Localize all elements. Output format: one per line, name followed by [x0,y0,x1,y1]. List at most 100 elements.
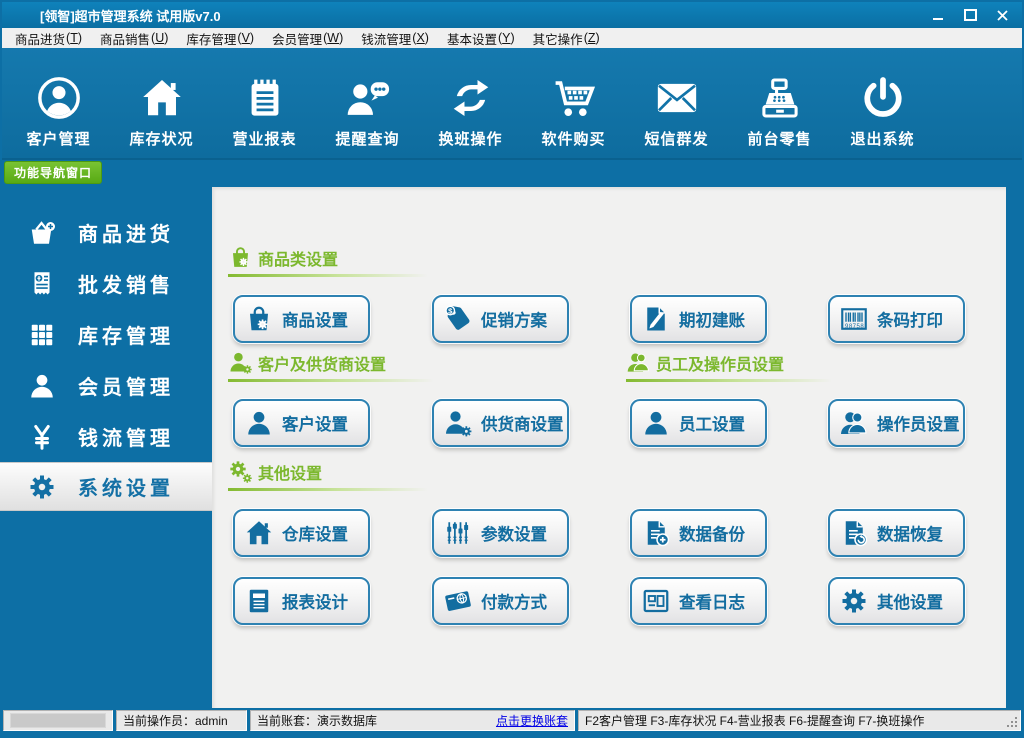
toolbar: 客户管理 库存状况 营业报表 提醒查询 换班操作 软件购买 短信群发 前台零售 … [2,48,1022,160]
toolbar-item-exit-system[interactable]: 退出系统 [831,55,934,151]
status-hotkeys: F2客户管理 F3-库存状况 F4-营业报表 F6-提醒查询 F7-换班操作 [585,712,924,729]
status-bar: 当前操作员：admin 当前账套：演示数据库 点击更换账套 F2客户管理 F3-… [3,710,1021,731]
cash-register-icon [757,75,803,121]
menu-item-basic-settings[interactable]: 基本设置Y [438,28,524,48]
toolbar-item-software-purchase[interactable]: 软件购买 [522,55,625,151]
gear-icon [26,471,58,503]
status-progress-cell [3,710,113,731]
customer-circle-icon [36,75,82,121]
sidebar-item-member[interactable]: 会员管理 [0,360,212,411]
sidebar-item-inventory[interactable]: 库存管理 [0,309,212,360]
section-other-settings: 其他设置 [228,459,428,491]
title-bar: [领智]超市管理系统 试用版v7.0 [2,2,1022,28]
sidebar-item-purchase[interactable]: 商品进货 [0,207,212,258]
barcode-icon: 98758 [839,304,869,334]
shift-sync-icon [448,75,494,121]
section-customer-supplier-settings: 客户及供货商设置 [228,350,434,382]
person-gear-icon [228,350,253,375]
credit-card-icon [443,586,473,616]
menu-item-inventory[interactable]: 库存管理V [177,28,263,48]
status-hotkeys-cell: F2客户管理 F3-库存状况 F4-营业报表 F6-提醒查询 F7-换班操作 [578,710,1021,731]
employee-settings-button[interactable]: 员工设置 [630,399,767,447]
app-window: [领智]超市管理系统 试用版v7.0 商品进货T 商品销售U 库存管理V 会员管… [0,0,1024,738]
receipt-dollar-icon [26,268,58,300]
report-design-button[interactable]: 报表设计 [233,577,370,625]
menu-item-cashflow[interactable]: 钱流管理X [352,28,438,48]
mail-icon [654,75,700,121]
sidebar: 商品进货 批发销售 库存管理 会员管理 钱流管理 系统设置 [0,160,212,710]
doc-plus-icon [641,518,671,548]
switch-account-link[interactable]: 点击更换账套 [496,712,568,729]
doc-restore-icon [839,518,869,548]
minimize-icon [933,18,943,20]
price-tag-icon [443,304,473,334]
log-windows-icon [641,586,671,616]
view-log-button[interactable]: 查看日志 [630,577,767,625]
status-progress [10,713,106,728]
person-icon [244,408,274,438]
window-title: [领智]超市管理系统 试用版v7.0 [40,6,221,25]
sidebar-item-wholesale[interactable]: 批发销售 [0,258,212,309]
bag-gear-icon [244,304,274,334]
supplier-settings-button[interactable]: 供货商设置 [432,399,569,447]
report-pad-icon [242,75,288,121]
people-icon [839,408,869,438]
sidebar-item-cashflow[interactable]: 钱流管理 [0,411,212,462]
product-settings-button[interactable]: 商品设置 [233,295,370,343]
gears-icon [228,459,253,484]
section-divider [228,379,434,382]
warehouse-settings-button[interactable]: 仓库设置 [233,509,370,557]
sliders-icon [443,518,473,548]
yen-icon [26,421,58,453]
doc-pen-icon [641,304,671,334]
payment-method-button[interactable]: 付款方式 [432,577,569,625]
data-restore-button[interactable]: 数据恢复 [828,509,965,557]
menu-item-purchase[interactable]: 商品进货T [6,28,91,48]
barcode-print-button[interactable]: 98758 条码打印 [828,295,965,343]
sidebar-item-system-settings[interactable]: 系统设置 [0,462,212,511]
maximize-button[interactable] [960,6,980,24]
report-doc-icon [244,586,274,616]
grid-icon [26,319,58,351]
other-settings-button[interactable]: 其他设置 [828,577,965,625]
person-icon [26,370,58,402]
operator-settings-button[interactable]: 操作员设置 [828,399,965,447]
section-divider [228,274,428,277]
people-icon [626,350,651,375]
maximize-icon [964,9,977,21]
menu-bar: 商品进货T 商品销售U 库存管理V 会员管理W 钱流管理X 基本设置Y 其它操作… [2,28,1022,48]
menu-item-other-ops[interactable]: 其它操作Z [524,28,609,48]
section-divider [228,488,428,491]
power-icon [860,75,906,121]
home-icon [244,518,274,548]
main-panel: 商品类设置 客户及供货商设置 员工及操作员设置 其他设置 商品设置 促销方案 期… [212,187,1006,708]
home-icon [139,75,185,121]
parameter-settings-button[interactable]: 参数设置 [432,509,569,557]
data-backup-button[interactable]: 数据备份 [630,509,767,557]
minimize-button[interactable] [928,6,948,24]
window-controls [928,2,1012,28]
cart-icon [551,75,597,121]
section-divider [626,379,832,382]
close-icon [997,10,1008,21]
promotion-plan-button[interactable]: 促销方案 [432,295,569,343]
reminder-chat-icon [345,75,391,121]
toolbar-item-business-report[interactable]: 营业报表 [213,55,316,151]
close-button[interactable] [992,6,1012,24]
toolbar-item-retail-pos[interactable]: 前台零售 [728,55,831,151]
toolbar-item-reminder-query[interactable]: 提醒查询 [316,55,419,151]
toolbar-item-shift-change[interactable]: 换班操作 [419,55,522,151]
section-staff-operator-settings: 员工及操作员设置 [626,350,832,382]
toolbar-item-stock-status[interactable]: 库存状况 [110,55,213,151]
basket-plus-icon [26,217,58,249]
customer-settings-button[interactable]: 客户设置 [233,399,370,447]
menu-item-sales[interactable]: 商品销售U [91,28,177,48]
menu-item-member[interactable]: 会员管理W [263,28,352,48]
resize-grip[interactable] [1007,717,1017,727]
toolbar-item-sms-broadcast[interactable]: 短信群发 [625,55,728,151]
initial-account-button[interactable]: 期初建账 [630,295,767,343]
toolbar-item-customer-mgmt[interactable]: 客户管理 [7,55,110,151]
person-icon [641,408,671,438]
person-gear-icon [443,408,473,438]
bag-gear-icon [228,245,253,270]
